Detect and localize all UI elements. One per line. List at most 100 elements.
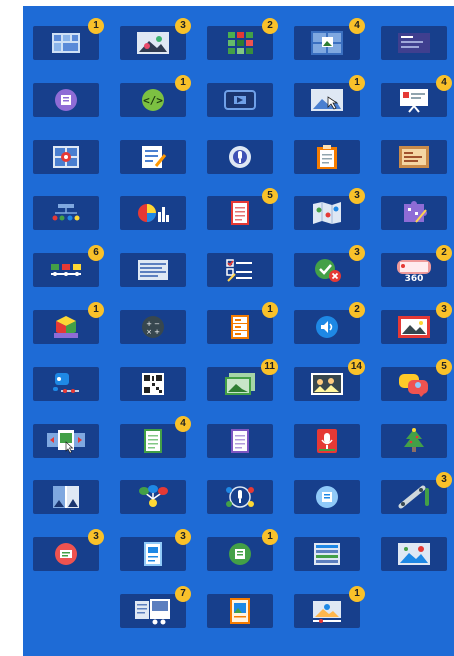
purple-card-icon <box>54 88 78 112</box>
content-type-tile-clipboard[interactable] <box>294 139 360 174</box>
count-badge: 2 <box>262 18 278 34</box>
svg-text:</>: </> <box>143 94 163 107</box>
content-type-panel: 1 3 2 4 </> 1 1 4 5 3 6 3 360 2 1 + − × +1 2 3 11 14 5 4 3 3 3 1 7 1 <box>23 6 454 656</box>
count-badge: 4 <box>349 18 365 34</box>
content-type-tile-image-frame[interactable]: 3 <box>381 301 452 344</box>
content-type-tile-slideshow-easel[interactable]: 4 <box>381 74 452 117</box>
content-type-tile-flashcard[interactable]: 3 <box>120 529 191 572</box>
content-type-tile-image-slider[interactable] <box>33 423 99 458</box>
content-type-tile-image-stack[interactable]: 11 <box>207 358 278 401</box>
content-type-tile-cork-board[interactable] <box>381 139 447 174</box>
book-icon <box>133 597 173 625</box>
true-false-icon <box>312 257 342 283</box>
svg-text:360: 360 <box>405 274 424 283</box>
count-badge: 3 <box>349 245 365 262</box>
content-type-tile-framed-portrait[interactable] <box>207 593 273 628</box>
empty-slot <box>381 594 447 628</box>
content-type-tile-timeline-bar[interactable]: 6 <box>33 245 104 288</box>
content-type-tile-image-pointer[interactable]: 1 <box>294 74 365 117</box>
content-type-tile-red-card[interactable]: 3 <box>33 529 104 572</box>
flashcard-icon <box>142 541 164 567</box>
content-type-tile-image[interactable]: 3 <box>120 18 191 60</box>
content-type-tile-edit-document[interactable] <box>120 139 186 174</box>
count-badge: 5 <box>436 358 452 375</box>
content-type-tile-3d-cube[interactable]: 1 <box>33 301 104 344</box>
image-sequence-icon <box>310 371 344 397</box>
svg-text:+: + <box>154 328 160 336</box>
count-badge: 3 <box>349 188 365 205</box>
speech-bubbles-icon <box>397 371 431 397</box>
calculator-icon: + − × + <box>141 315 165 339</box>
content-type-tile-calculator[interactable]: + − × + <box>120 309 186 344</box>
content-type-tile-interactive-audio[interactable] <box>207 480 273 515</box>
timeline-bar-icon <box>49 259 83 281</box>
count-badge: 3 <box>436 301 452 318</box>
content-type-tile-checklist[interactable] <box>207 253 273 288</box>
content-type-tile-book[interactable]: 7 <box>120 585 191 628</box>
map-icon <box>311 200 343 226</box>
content-type-tile-image-juxtaposition[interactable] <box>33 480 99 515</box>
content-type-tile-audio[interactable]: 2 <box>294 301 365 344</box>
svg-text:×: × <box>146 328 152 336</box>
interactive-audio-icon <box>223 484 257 510</box>
count-badge: 3 <box>175 18 191 34</box>
content-type-tile-green-document[interactable]: 4 <box>120 415 191 458</box>
blue-card-icon <box>315 485 339 509</box>
content-type-tile-hotspot-image[interactable] <box>33 139 99 174</box>
photo-collage-icon <box>51 31 81 55</box>
svg-text:+: + <box>146 320 152 328</box>
content-type-tile-image-hotspot[interactable] <box>381 537 447 572</box>
content-type-tile-interactive-video[interactable]: 1 <box>294 585 365 628</box>
sorting-icon <box>229 314 251 340</box>
content-type-tile-color-grid[interactable]: 2 <box>207 18 278 60</box>
content-type-tile-purple-card[interactable] <box>33 82 99 117</box>
document-icon <box>229 200 251 226</box>
virtual-tour-360-icon: 360 <box>394 257 434 283</box>
content-type-tile-green-card[interactable]: 1 <box>207 529 278 572</box>
purple-document-icon <box>229 428 251 454</box>
content-type-tile-dialog-cards[interactable] <box>33 366 99 401</box>
content-type-tile-purple-document[interactable] <box>207 423 273 458</box>
count-badge: 1 <box>175 74 191 91</box>
video-frame-icon <box>223 88 257 112</box>
image-hotspot-icon <box>397 541 431 567</box>
content-type-tile-presentation[interactable] <box>381 26 447 60</box>
timeline-dots-icon <box>49 201 83 225</box>
edit-document-icon <box>139 144 167 170</box>
content-type-tile-photo-collage[interactable]: 1 <box>33 18 104 60</box>
clipboard-icon <box>315 144 339 170</box>
audio-narration-icon <box>225 144 255 170</box>
content-type-tile-image-sequence[interactable]: 14 <box>294 358 365 401</box>
content-type-tile-columns[interactable] <box>294 537 360 572</box>
content-type-tile-map[interactable]: 3 <box>294 188 365 231</box>
content-type-tile-puzzle[interactable] <box>381 196 447 231</box>
content-type-tile-christmas-tree[interactable] <box>381 423 447 458</box>
count-badge: 14 <box>347 358 365 375</box>
content-type-tile-drag-line[interactable]: 3 <box>381 472 452 515</box>
content-type-tile-blue-card[interactable] <box>294 480 360 515</box>
content-type-tile-speech-bubbles[interactable]: 5 <box>381 358 452 401</box>
code-icon: </> <box>141 88 165 112</box>
content-type-tile-video-frame[interactable] <box>207 82 273 117</box>
content-type-tile-timeline-dots[interactable] <box>33 196 99 231</box>
content-type-tile-true-false[interactable]: 3 <box>294 245 365 288</box>
color-grid-icon <box>226 30 254 56</box>
image-icon <box>136 30 170 56</box>
content-type-tile-image-grid[interactable]: 4 <box>294 18 365 60</box>
chart-icon <box>136 200 170 226</box>
content-type-tile-qr-code[interactable] <box>120 366 186 401</box>
content-type-tile-sorting[interactable]: 1 <box>207 301 278 344</box>
content-type-tile-chart[interactable] <box>120 196 186 231</box>
content-type-tile-virtual-tour-360[interactable]: 360 2 <box>381 245 452 288</box>
empty-slot <box>33 594 99 628</box>
content-type-tile-mind-map[interactable] <box>120 480 186 515</box>
framed-portrait-icon <box>228 597 252 625</box>
content-type-tile-audio-recorder[interactable] <box>294 423 360 458</box>
content-type-tile-document[interactable]: 5 <box>207 188 278 231</box>
content-type-tile-text-lines[interactable] <box>120 253 186 288</box>
count-badge: 1 <box>262 301 278 318</box>
count-badge: 2 <box>349 301 365 318</box>
content-type-tile-audio-narration[interactable] <box>207 139 273 174</box>
content-type-tile-code[interactable]: </> 1 <box>120 74 191 117</box>
puzzle-icon <box>400 200 428 226</box>
